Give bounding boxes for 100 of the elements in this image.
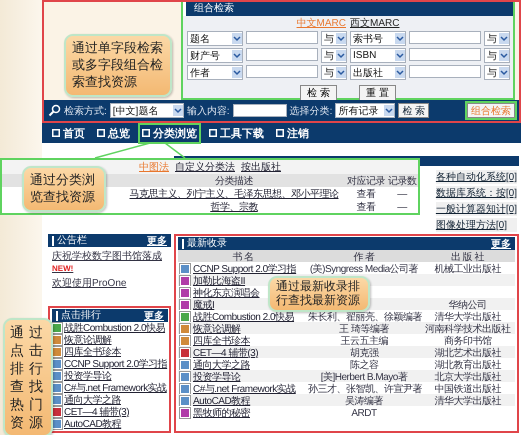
- nav-link[interactable]: 首页: [50, 124, 87, 142]
- column-header: 对应记录: [346, 174, 386, 188]
- dropdown-select[interactable]: 与: [484, 65, 510, 80]
- box-title: 公告栏: [52, 236, 87, 246]
- table-cell-text: —: [396, 202, 408, 212]
- column-header: 作 者: [352, 250, 376, 264]
- category-link[interactable]: 数据库系统：按[0]: [436, 186, 517, 200]
- book-link[interactable]: CCNP Support 2.0学习指: [64, 357, 168, 371]
- field-label: 检索方式:: [64, 104, 107, 118]
- search-field[interactable]: [409, 48, 481, 61]
- book-link[interactable]: 通向大学之路: [193, 358, 250, 372]
- callout-bubble: 通过最新收录排行查找最新资源: [268, 276, 370, 312]
- dropdown-select[interactable]: 索书号: [350, 31, 406, 46]
- book-link[interactable]: AutoCAD教程: [64, 417, 122, 431]
- book-link[interactable]: C#与.net Framework实战: [193, 382, 296, 396]
- category-link[interactable]: 哲学、宗教: [122, 200, 346, 214]
- notice-link[interactable]: 欢迎使用ProOne: [48, 276, 171, 290]
- book-link[interactable]: 神化东京演唱会: [193, 286, 260, 300]
- more-link[interactable]: 更多: [491, 236, 511, 250]
- book-link[interactable]: AutoCAD教程: [193, 394, 250, 408]
- dropdown-select[interactable]: [中文]题名: [110, 103, 184, 118]
- dropdown-select[interactable]: 所有记录: [335, 103, 396, 118]
- dropdown-select[interactable]: 与: [321, 65, 347, 80]
- scheme-link[interactable]: 按出版社: [241, 160, 281, 174]
- form-button[interactable]: 重 置: [359, 85, 396, 101]
- table-cell-text: 机械工业出版社: [433, 262, 502, 276]
- book-link[interactable]: CET—4 辅带(3): [193, 346, 258, 360]
- book-link[interactable]: 魔戒I: [193, 298, 214, 312]
- book-link[interactable]: 战胜Combustion 2.0快易: [64, 321, 166, 335]
- search-field[interactable]: [232, 104, 287, 117]
- dropdown-select[interactable]: 财产号: [187, 48, 243, 63]
- dropdown-select[interactable]: 与: [321, 48, 347, 63]
- table-cell-text: —: [396, 188, 408, 200]
- more-link[interactable]: 更多: [144, 308, 164, 322]
- table-cell-text: 查看: [356, 188, 376, 201]
- chevron-down-icon: [499, 67, 509, 78]
- nav-link[interactable]: 总览: [95, 124, 132, 142]
- book-link[interactable]: CET—4 辅带(3): [64, 405, 130, 419]
- category-link[interactable]: 马克思主义、列宁主义、毛泽东思想、邓小平理论: [122, 187, 346, 201]
- field-label: 选择分类:: [290, 104, 332, 118]
- nav-link[interactable]: 分类浏览: [140, 124, 199, 142]
- table-cell-text: 华纳公司: [448, 299, 488, 312]
- table-cell-text: 北京大学出版社: [433, 370, 502, 384]
- table-cell-text: 胡克强: [348, 346, 380, 360]
- book-link[interactable]: 投资学导论: [193, 370, 240, 384]
- book-link[interactable]: 加勒比海盗II: [193, 274, 246, 288]
- dropdown-select[interactable]: 与: [484, 31, 510, 46]
- book-link[interactable]: 投资学导论: [64, 369, 112, 383]
- table-cell-text: (美)Syngress Media公司著: [308, 262, 420, 276]
- dropdown-select[interactable]: 出版社: [350, 65, 406, 80]
- notice-link[interactable]: 庆祝学校数字图书馆落成 NEW!: [48, 249, 171, 274]
- table-cell-text: 吴涛编著: [344, 394, 384, 408]
- book-link[interactable]: 恢意论调解: [64, 333, 112, 347]
- chevron-down-icon: [499, 50, 509, 61]
- search-field[interactable]: [409, 65, 481, 78]
- dropdown-select[interactable]: 与: [321, 31, 347, 46]
- chevron-down-icon: [232, 50, 242, 61]
- search-field[interactable]: [246, 65, 318, 78]
- table-cell-text: ARDT: [350, 408, 378, 418]
- category-link[interactable]: 一般计算器知计[0]: [436, 202, 517, 216]
- nav-link[interactable]: 注销: [274, 124, 311, 142]
- chevron-down-icon: [499, 33, 509, 44]
- more-link[interactable]: 更多: [147, 234, 167, 248]
- book-link[interactable]: C#与.net Framework实战: [64, 381, 167, 395]
- book-link[interactable]: 战胜Combustion 2.0快易: [193, 310, 294, 324]
- panel-title: 组合检索: [183, 2, 513, 16]
- book-link[interactable]: 四库全书珍本: [193, 334, 250, 348]
- search-field[interactable]: [246, 48, 318, 61]
- chevron-down-icon: [395, 33, 405, 44]
- book-link[interactable]: 四库全书珍本: [64, 345, 121, 359]
- table-cell-text: 中国铁道出版社: [433, 382, 502, 396]
- book-link[interactable]: 黑牧师的秘密: [193, 406, 250, 420]
- chevron-down-icon: [336, 33, 346, 44]
- book-link[interactable]: CCNP Support 2.0学习指: [193, 262, 296, 276]
- square-icon: [52, 129, 60, 137]
- table-cell-text: 湖北艺术出版社: [433, 346, 502, 360]
- dropdown-select[interactable]: ISBN: [350, 48, 406, 63]
- square-icon: [209, 129, 217, 137]
- table-cell-text: 河南科学技术出版社: [424, 322, 512, 336]
- category-link[interactable]: 图像处理方法[0]: [436, 218, 517, 232]
- dropdown-select[interactable]: 作者: [187, 65, 243, 80]
- book-link[interactable]: 通向大学之路: [64, 393, 121, 407]
- nav-link[interactable]: 工具下载: [207, 124, 266, 142]
- dropdown-select[interactable]: 与: [484, 48, 510, 63]
- table-cell-text: [美]Herbert B.Mayo著: [320, 370, 408, 384]
- search-field[interactable]: [409, 31, 481, 44]
- format-link[interactable]: 西文MARC: [350, 16, 400, 30]
- form-button[interactable]: 检 索: [300, 85, 337, 101]
- search-button[interactable]: 检 索: [398, 103, 430, 118]
- column-header: 分类描述: [214, 174, 254, 188]
- book-link[interactable]: 恢意论调解: [193, 322, 240, 336]
- chevron-down-icon: [395, 67, 405, 78]
- dropdown-select[interactable]: 题名: [187, 31, 243, 46]
- table-cell-text: 王 琦等编著: [338, 322, 390, 336]
- category-link[interactable]: 各种自动化系统[0]: [436, 170, 517, 184]
- square-icon: [142, 129, 150, 137]
- scheme-link[interactable]: 自定义分类法: [175, 160, 235, 174]
- table-cell-text: 陈之容: [348, 358, 380, 372]
- search-icon: [48, 104, 61, 117]
- search-field[interactable]: [246, 31, 318, 44]
